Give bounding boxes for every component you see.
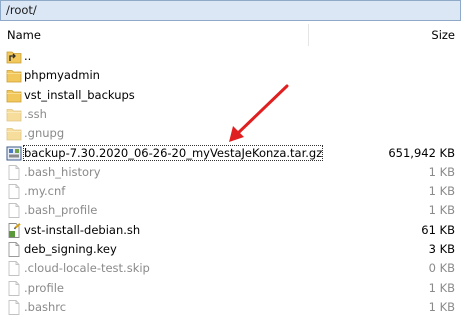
annotation-arrow (229, 84, 289, 142)
annotation-arrow-shaft (234, 84, 289, 137)
